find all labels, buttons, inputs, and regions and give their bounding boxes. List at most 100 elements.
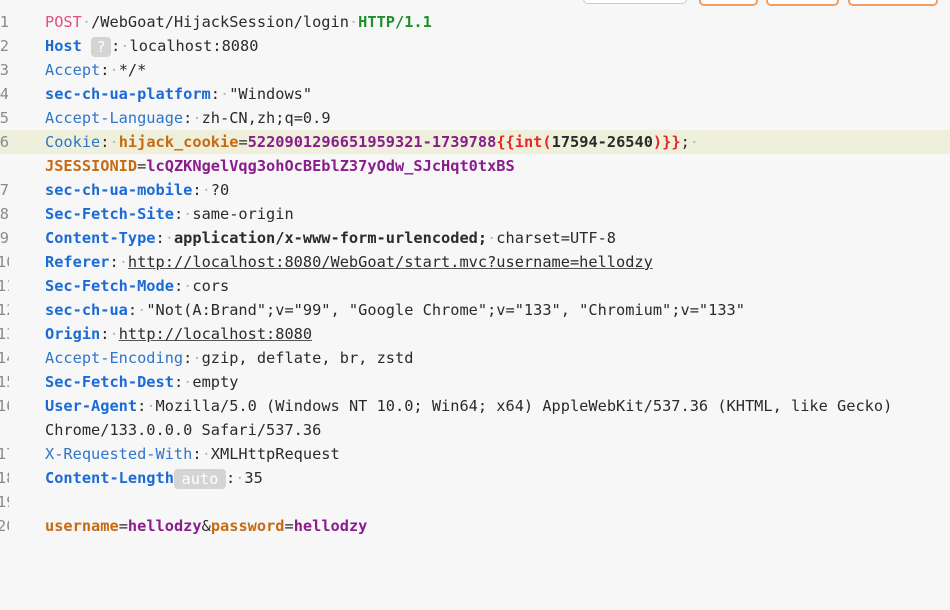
header-line: 18 Content-Lengthauto:·35	[0, 466, 950, 490]
header-line: 9 Content-Type:·application/x-www-form-u…	[0, 226, 950, 250]
expression-function: int	[514, 133, 543, 151]
http-protocol: HTTP/1.1	[358, 13, 432, 31]
header-line: 10 Referer:·http://localhost:8080/WebGoa…	[0, 250, 950, 274]
header-line: 13 Origin:·http://localhost:8080	[0, 322, 950, 346]
header-name: X-Requested-With	[45, 445, 193, 463]
line-number: 5	[0, 109, 9, 127]
header-value: Chrome/133.0.0.0 Safari/537.36	[45, 421, 322, 439]
header-name: Cookie	[45, 133, 101, 151]
line-number: 7	[0, 181, 9, 199]
header-name: Sec-Fetch-Site	[45, 205, 174, 223]
line-number: 19	[0, 493, 9, 511]
header-name: Content-Type	[45, 229, 156, 247]
request-line: 1 POST·/WebGoat/HijackSession/login·HTTP…	[0, 10, 950, 34]
header-value: gzip, deflate, br, zstd	[201, 349, 414, 367]
line-number: 1	[0, 13, 9, 31]
param-equals: =	[284, 517, 294, 535]
header-name: Referer	[45, 253, 110, 271]
toolbar-button[interactable]	[848, 0, 938, 6]
header-name: Host	[45, 37, 82, 55]
toolbar-strip	[0, 0, 950, 7]
header-line: 11 Sec-Fetch-Mode:·cors	[0, 274, 950, 298]
cookie-header-line: 6 Cookie:·hijack_cookie=5220901296651959…	[0, 130, 950, 154]
line-number: 4	[0, 85, 9, 103]
header-line: 14 Accept-Encoding:·gzip, deflate, br, z…	[0, 346, 950, 370]
help-badge[interactable]: ?	[91, 36, 112, 57]
header-value: "Not(A:Brand";v="99", "Google Chrome";v=…	[146, 301, 745, 319]
header-value: XMLHttpRequest	[210, 445, 340, 463]
header-value: zh-CN,zh;q=0.9	[201, 109, 331, 127]
header-name: Accept	[45, 61, 101, 79]
line-number: 13	[0, 325, 9, 343]
line-number: 16	[0, 397, 9, 415]
cookie-value: 5220901296651959321-1739788	[247, 133, 497, 151]
header-line: 5 Accept-Language:·zh-CN,zh;q=0.9	[0, 106, 950, 130]
header-line: 4 sec-ch-ua-platform:·"Windows"	[0, 82, 950, 106]
line-number: 2	[0, 37, 9, 55]
cookie-name: hijack_cookie	[118, 133, 239, 151]
line-number: 9	[0, 229, 9, 247]
header-line: 7 sec-ch-ua-mobile:·?0	[0, 178, 950, 202]
http-method: POST	[45, 13, 82, 31]
line-number: 11	[0, 277, 9, 295]
header-value-charset: charset=UTF-8	[496, 229, 617, 247]
header-name: Accept-Encoding	[45, 349, 184, 367]
header-line: 2 Host ?:·localhost:8080	[0, 34, 950, 58]
line-number: 20	[0, 517, 9, 535]
expression-paren: (	[542, 133, 552, 151]
header-name: Sec-Fetch-Dest	[45, 373, 174, 391]
line-number: 3	[0, 61, 9, 79]
line-number: 18	[0, 469, 9, 487]
header-value: empty	[192, 373, 239, 391]
header-continuation-line: Chrome/133.0.0.0 Safari/537.36	[0, 418, 950, 442]
header-line: 17 X-Requested-With:·XMLHttpRequest	[0, 442, 950, 466]
toolbar-button[interactable]	[766, 0, 839, 6]
param-name: password	[210, 517, 285, 535]
header-value: */*	[118, 61, 147, 79]
expression-close: }}	[662, 133, 681, 151]
header-line: 16 User-Agent:·Mozilla/5.0 (Windows NT 1…	[0, 394, 950, 418]
header-name: sec-ch-ua-mobile	[45, 181, 193, 199]
header-name: Accept-Language	[45, 109, 184, 127]
expression-body: 17594-26540	[551, 133, 653, 151]
header-name: sec-ch-ua-platform	[45, 85, 211, 103]
referer-link[interactable]: http://localhost:8080/WebGoat/start.mvc?…	[128, 253, 653, 271]
header-line: 12 sec-ch-ua:·"Not(A:Brand";v="99", "Goo…	[0, 298, 950, 322]
origin-link[interactable]: http://localhost:8080	[119, 325, 312, 343]
header-name: Content-Length	[45, 469, 174, 487]
line-number: 14	[0, 349, 9, 367]
header-value: cors	[192, 277, 230, 295]
auto-badge[interactable]: auto	[173, 468, 226, 489]
line-number: 17	[0, 445, 9, 463]
header-line: 3 Accept:·*/*	[0, 58, 950, 82]
line-number: 6	[0, 133, 9, 151]
toolbar-button[interactable]	[699, 0, 758, 6]
header-value: Mozilla/5.0 (Windows NT 10.0; Win64; x64…	[155, 397, 893, 415]
header-line: 15 Sec-Fetch-Dest:·empty	[0, 370, 950, 394]
line-number: 12	[0, 301, 9, 319]
header-value: 35	[244, 469, 263, 487]
header-value: ?0	[210, 181, 230, 199]
header-value: same-origin	[192, 205, 294, 223]
param-value: hellodzy	[127, 517, 202, 535]
request-editor[interactable]: 1 POST·/WebGoat/HijackSession/login·HTTP…	[0, 10, 950, 538]
line-number: 15	[0, 373, 9, 391]
request-path: /WebGoat/HijackSession/login	[91, 13, 349, 31]
param-value: hellodzy	[293, 517, 368, 535]
header-value: localhost:8080	[129, 37, 259, 55]
cookie-continuation-line: JSESSIONID=lcQZKNgelVqg3ohOcBEblZ37yOdw_…	[45, 157, 515, 175]
param-separator: &	[201, 517, 211, 535]
toolbar-button[interactable]	[583, 0, 687, 4]
header-value: "Windows"	[229, 85, 313, 103]
header-line: 8 Sec-Fetch-Site:·same-origin	[0, 202, 950, 226]
param-name: username	[45, 517, 119, 535]
blank-line: 19	[0, 490, 950, 514]
header-name: sec-ch-ua	[45, 301, 128, 319]
header-name: User-Agent	[45, 397, 138, 415]
expression-paren: )	[652, 133, 663, 151]
line-number: 8	[0, 205, 9, 223]
line-number: 10	[0, 253, 9, 271]
param-equals: =	[118, 517, 128, 535]
header-name: Sec-Fetch-Mode	[45, 277, 174, 295]
body-line: 20 username=hellodzy&password=hellodzy	[0, 514, 950, 538]
